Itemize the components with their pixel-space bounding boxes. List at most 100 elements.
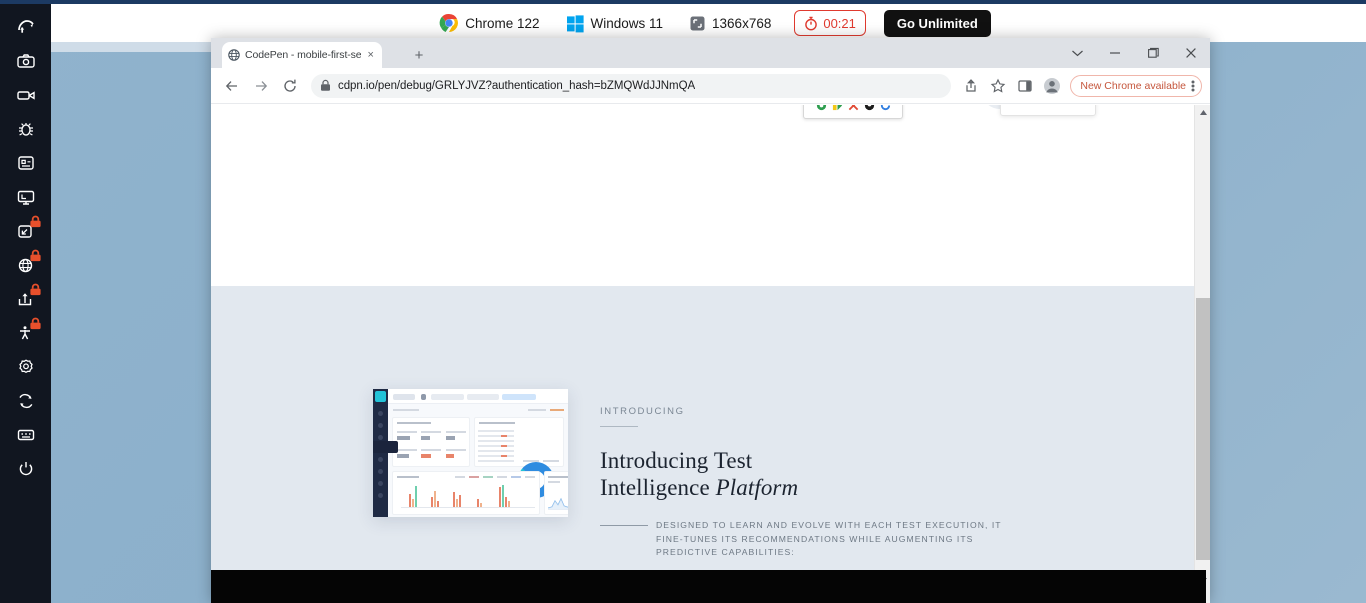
section-description-wrap: DESIGNED TO LEARN AND EVOLVE WITH EACH T… bbox=[600, 519, 1030, 560]
chevron-down-icon bbox=[1071, 50, 1083, 56]
dashboard-nav-chip bbox=[393, 394, 415, 400]
reload-button[interactable] bbox=[277, 73, 303, 99]
page-title: Introducing Test Intelligence Platform bbox=[600, 447, 1030, 501]
sidebar-item-keyboard[interactable] bbox=[9, 418, 43, 452]
sidebar-item-record-video[interactable] bbox=[9, 78, 43, 112]
os-label: Windows 11 bbox=[590, 15, 664, 31]
eye-icon[interactable] bbox=[864, 105, 875, 111]
dashboard-chip-2 bbox=[467, 394, 499, 400]
sidebar-item-geolocation[interactable] bbox=[9, 248, 43, 282]
eyebrow-rule bbox=[600, 426, 638, 427]
vertical-scroll-thumb[interactable] bbox=[1196, 298, 1210, 560]
scroll-up-button[interactable] bbox=[1195, 105, 1210, 120]
tab-strip: CodePen - mobile-first-services × + bbox=[211, 38, 1210, 68]
resolution-info[interactable]: 1366x768 bbox=[689, 15, 771, 32]
sidebar-item-issue-tracker[interactable] bbox=[9, 146, 43, 180]
desktop-strip bbox=[51, 42, 211, 52]
lock-icon bbox=[321, 79, 330, 91]
resolution-icon bbox=[690, 16, 705, 30]
switch-arrows-icon bbox=[18, 393, 32, 409]
dashboard-chip-1 bbox=[431, 394, 464, 400]
sidebar-item-accessibility[interactable] bbox=[9, 316, 43, 350]
page-canvas: INTRODUCING Introducing Test Intelligenc… bbox=[211, 105, 1194, 588]
share-button[interactable] bbox=[959, 74, 983, 98]
tab-close-button[interactable]: × bbox=[366, 49, 376, 61]
chrome-icon bbox=[439, 13, 459, 32]
new-tab-button[interactable]: + bbox=[409, 46, 429, 66]
dashboard-action-icons bbox=[550, 409, 564, 411]
sidebar-item-upload[interactable] bbox=[9, 282, 43, 316]
headline-emphasis: Platform bbox=[715, 475, 799, 501]
session-timer[interactable]: 00:21 bbox=[794, 10, 866, 36]
browser-label: Chrome 122 bbox=[465, 15, 540, 31]
bug-icon bbox=[18, 123, 33, 136]
cropped-card-widget bbox=[1000, 105, 1096, 116]
sidebar-item-home[interactable] bbox=[9, 10, 43, 44]
bookmark-button[interactable] bbox=[986, 74, 1010, 98]
maximize-icon bbox=[1148, 47, 1159, 58]
lock-icon bbox=[29, 317, 41, 330]
vertical-scrollbar[interactable] bbox=[1194, 105, 1210, 588]
profile-button[interactable] bbox=[1040, 74, 1064, 98]
lock-icon bbox=[29, 283, 41, 296]
sidebar-item-screenshot[interactable] bbox=[9, 44, 43, 78]
dashboard-logo-icon bbox=[375, 391, 386, 402]
dashboard-action-label bbox=[528, 409, 546, 411]
dashboard-tooltip bbox=[373, 441, 398, 453]
sidebar-item-power[interactable] bbox=[9, 452, 43, 486]
rail-accent-strip bbox=[0, 0, 51, 4]
os-info[interactable]: Windows 11 bbox=[566, 14, 664, 33]
sidebar-item-bug[interactable] bbox=[9, 112, 43, 146]
video-camera-icon bbox=[16, 91, 35, 100]
sidebar-item-desktop-resolution[interactable] bbox=[9, 180, 43, 214]
browser-tab[interactable]: CodePen - mobile-first-services × bbox=[222, 42, 382, 68]
lock-icon bbox=[29, 215, 41, 228]
refresh-blue-icon[interactable] bbox=[880, 105, 891, 111]
dashboard-body bbox=[388, 389, 568, 517]
side-panel-icon bbox=[1018, 79, 1032, 92]
tab-search-button[interactable] bbox=[1058, 38, 1096, 68]
keyboard-icon bbox=[17, 429, 34, 441]
sidebar-item-settings[interactable] bbox=[9, 350, 43, 384]
close-window-button[interactable] bbox=[1172, 38, 1210, 68]
pen-status-toolbar[interactable] bbox=[803, 105, 903, 119]
page-dark-overflow bbox=[211, 570, 1206, 603]
arrow-left-icon bbox=[225, 80, 237, 91]
three-dots-icon[interactable] bbox=[1191, 79, 1195, 93]
sidebar-item-switch-session[interactable] bbox=[9, 384, 43, 418]
chrome-update-label: New Chrome available bbox=[1080, 79, 1186, 92]
test-intelligence-dashboard-screenshot bbox=[373, 389, 568, 517]
minimize-icon bbox=[1110, 52, 1120, 54]
x-letter-icon[interactable] bbox=[848, 105, 859, 111]
image-markup-icon bbox=[17, 156, 34, 170]
camera-icon bbox=[16, 54, 35, 68]
headline-line-1: Introducing Test bbox=[600, 448, 753, 473]
k-letter-icon[interactable] bbox=[832, 105, 843, 111]
side-panel-button[interactable] bbox=[1013, 74, 1037, 98]
section-eyebrow: INTRODUCING bbox=[600, 406, 685, 417]
go-unlimited-button[interactable]: Go Unlimited bbox=[883, 9, 991, 37]
lt-arrow-icon bbox=[17, 20, 34, 33]
left-toolbar-rail bbox=[0, 0, 51, 603]
maximize-button[interactable] bbox=[1134, 38, 1172, 68]
sidebar-item-local-testing[interactable] bbox=[9, 214, 43, 248]
back-button[interactable] bbox=[219, 73, 245, 99]
address-bar-value: cdpn.io/pen/debug/GRLYJVZ?authentication… bbox=[338, 79, 696, 92]
resolution-label: 1366x768 bbox=[712, 15, 772, 31]
description-rule bbox=[600, 525, 648, 527]
go-unlimited-label: Go Unlimited bbox=[896, 15, 978, 31]
share-icon bbox=[966, 78, 976, 92]
forward-button[interactable] bbox=[248, 73, 274, 99]
windows-logo-icon bbox=[566, 14, 584, 32]
headline-line-2: Intelligence bbox=[600, 475, 716, 501]
window-controls bbox=[1058, 38, 1210, 68]
settings-green-icon[interactable] bbox=[816, 105, 827, 111]
dashboard-sparkline bbox=[548, 497, 568, 510]
browser-info[interactable]: Chrome 122 bbox=[439, 13, 540, 33]
address-bar[interactable]: cdpn.io/pen/debug/GRLYJVZ?authentication… bbox=[311, 73, 952, 98]
minimize-button[interactable] bbox=[1096, 38, 1134, 68]
stopwatch-icon bbox=[805, 16, 818, 30]
gear-icon bbox=[18, 359, 33, 374]
chrome-update-pill[interactable]: New Chrome available bbox=[1070, 74, 1202, 97]
tab-title: CodePen - mobile-first-services bbox=[245, 49, 361, 61]
